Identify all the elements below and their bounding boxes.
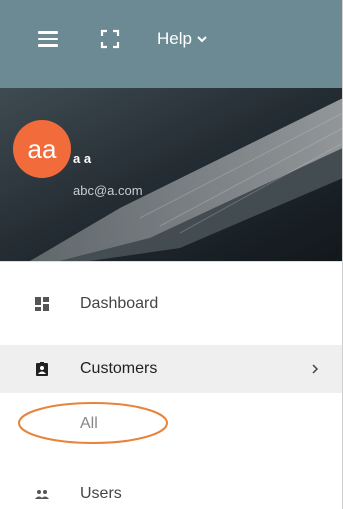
nav-item-users[interactable]: Users	[0, 470, 343, 509]
divider	[0, 261, 343, 262]
fullscreen-icon[interactable]	[100, 29, 120, 49]
avatar-initials: aa	[27, 134, 57, 164]
chevron-down-icon	[197, 36, 207, 43]
user-email: abc@a.com	[73, 183, 143, 198]
help-menu-button[interactable]: Help	[157, 26, 208, 52]
customers-badge-icon	[36, 362, 48, 376]
nav-item-customers[interactable]: Customers	[0, 345, 343, 393]
dashboard-grid-icon	[35, 297, 49, 311]
submenu-item-label: All	[80, 415, 98, 432]
nav-item-label: Users	[80, 485, 122, 502]
nav-item-dashboard[interactable]: Dashboard	[0, 280, 343, 328]
app-frame: Help aa a a abc@a.com Dashboard Customer…	[0, 0, 343, 509]
help-menu-label: Help	[157, 29, 192, 48]
nav-item-label: Dashboard	[80, 295, 159, 312]
hamburger-menu-icon[interactable]	[38, 31, 58, 47]
chevron-right-icon	[312, 364, 319, 374]
profile-header: aa a a abc@a.com	[0, 88, 343, 261]
top-toolbar: Help	[0, 0, 343, 88]
users-group-icon	[35, 490, 49, 499]
avatar: aa	[13, 120, 71, 178]
submenu-item-all[interactable]: All	[0, 402, 343, 446]
nav-item-label: Customers	[80, 360, 158, 377]
user-name: a a	[73, 151, 92, 166]
